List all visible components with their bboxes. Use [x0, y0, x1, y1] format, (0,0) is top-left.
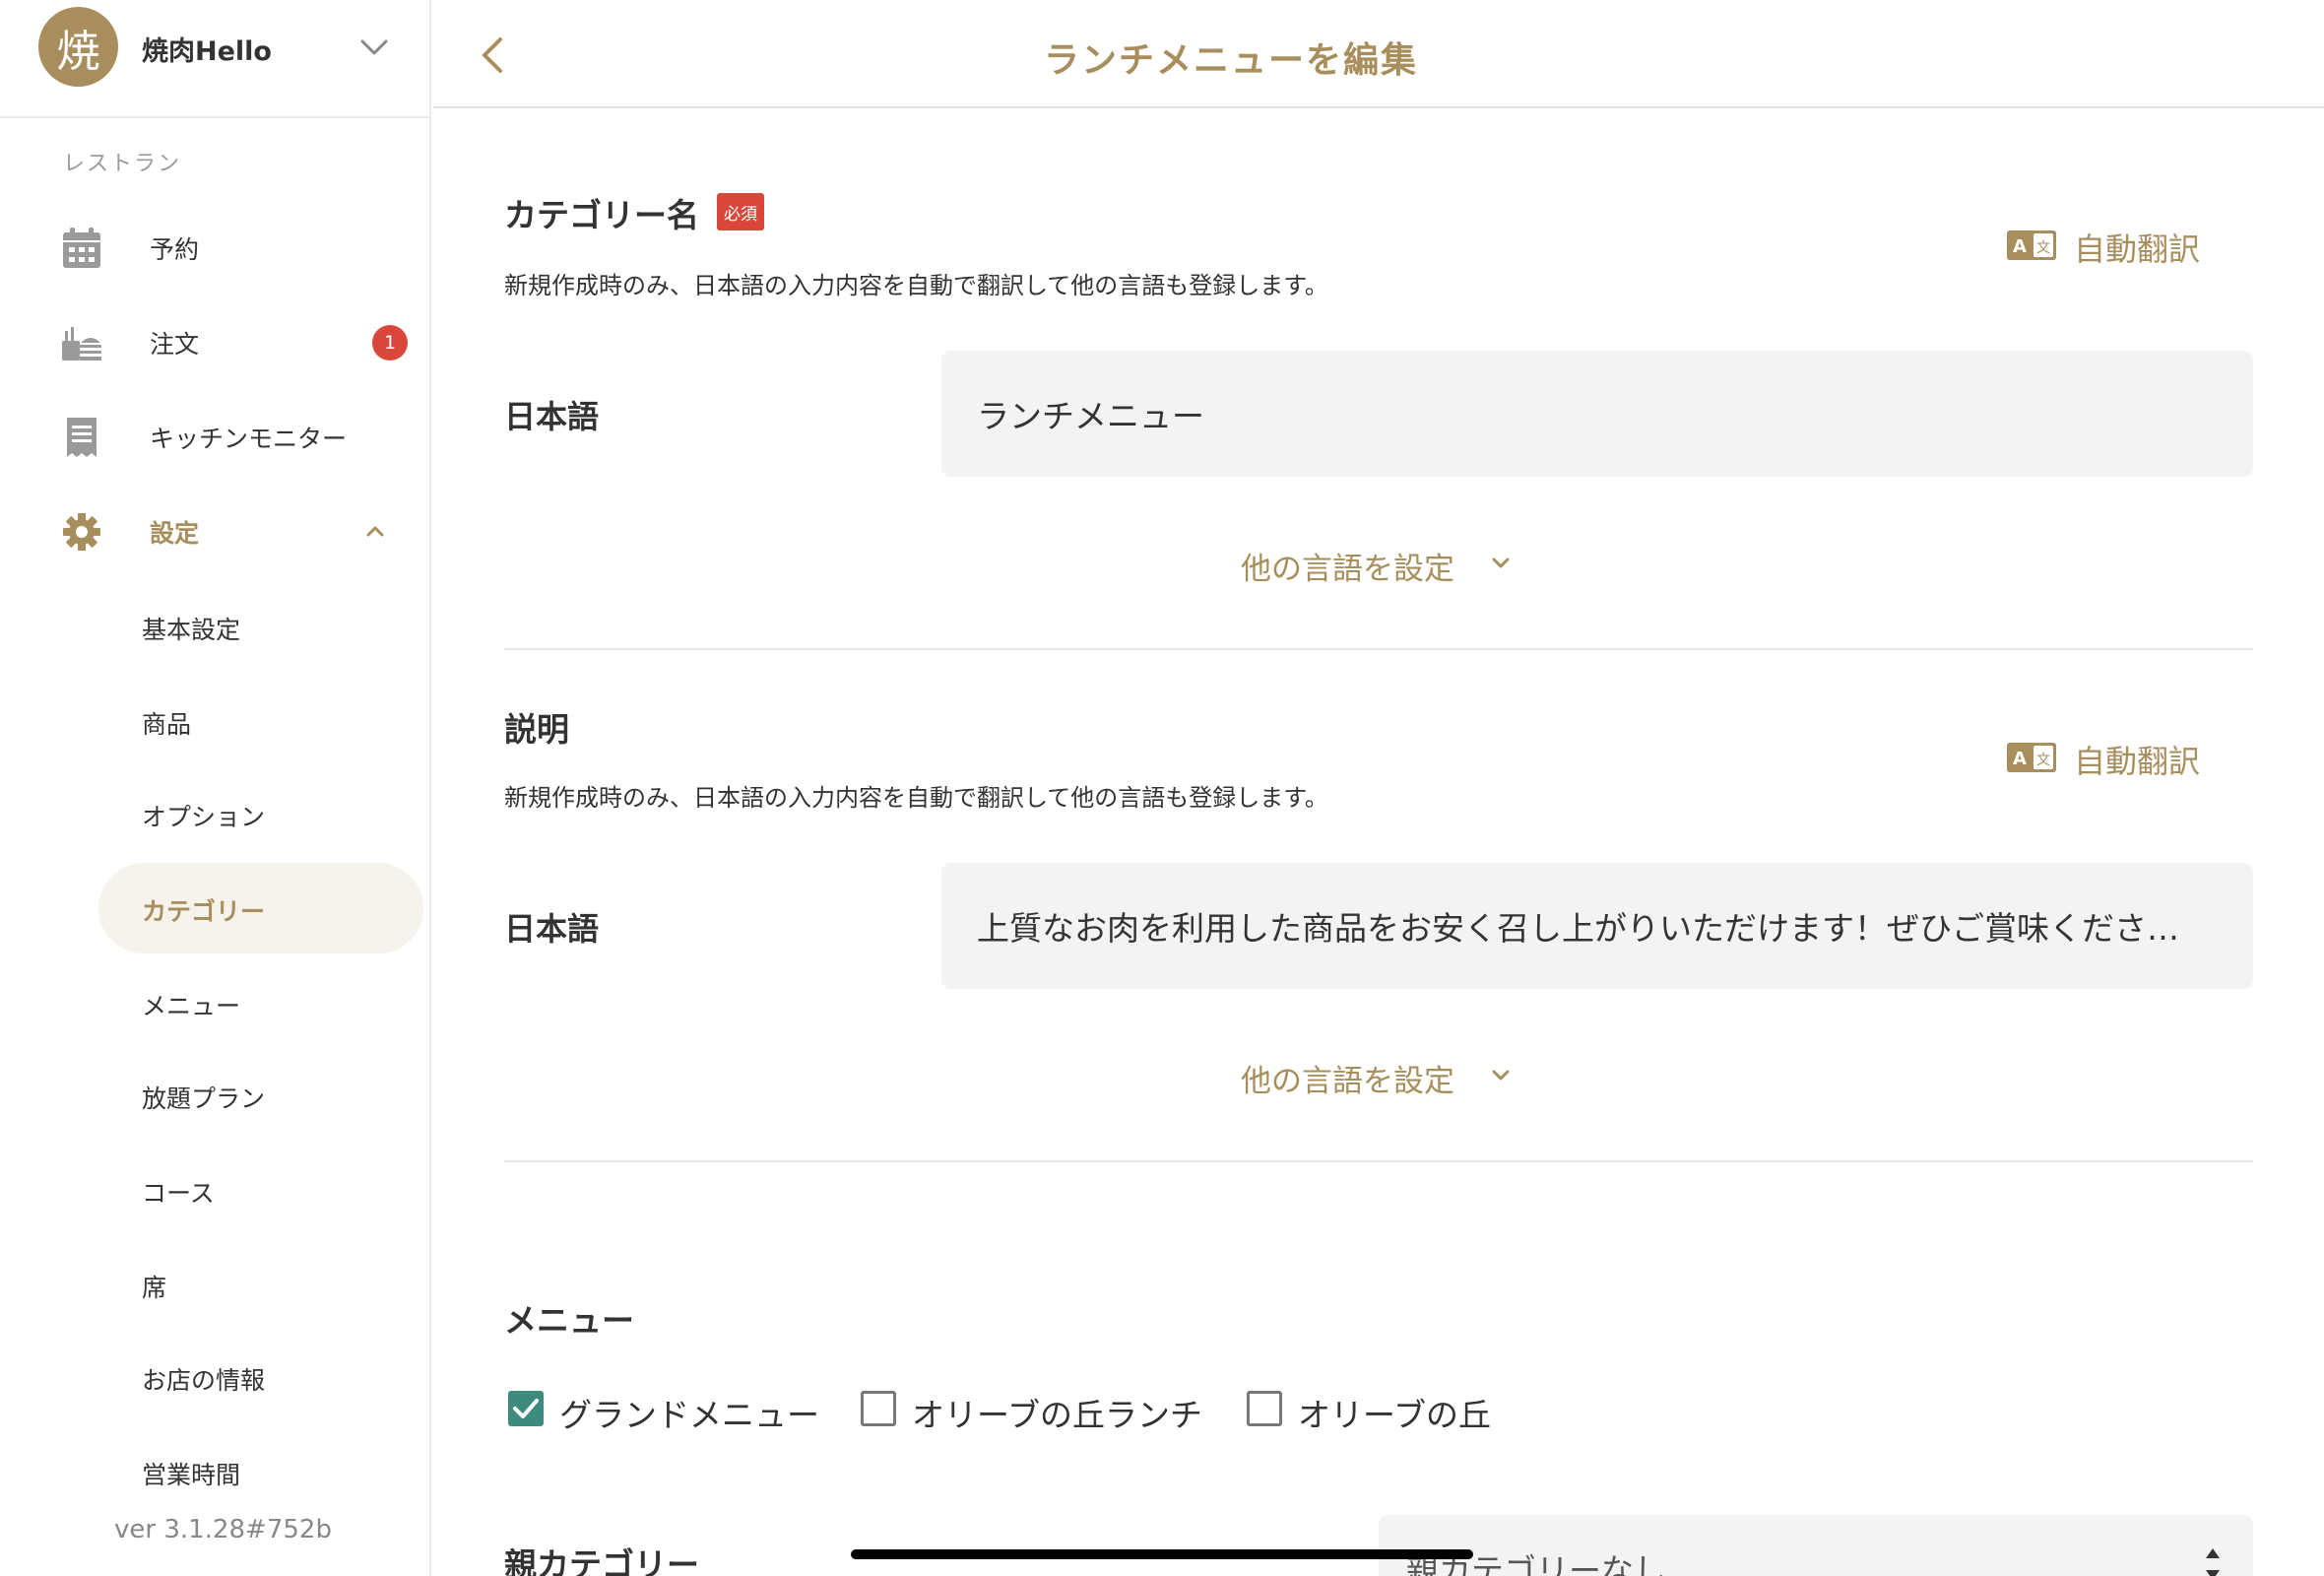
description-language-label: 日本語: [504, 910, 600, 948]
other-language-label: 他の言語を設定: [1241, 552, 1454, 587]
section-label-restaurant: レストラン: [63, 152, 182, 176]
sidebar-subitem-label: 商品: [142, 710, 192, 739]
auto-translate-toggle[interactable]: A 文 自動翻訳: [2007, 221, 2214, 270]
sidebar-subitem-all-you-can-plans[interactable]: 放題プラン: [98, 1050, 423, 1141]
gear-icon: [63, 513, 100, 551]
other-language-toggle[interactable]: 他の言語を設定: [1221, 538, 1536, 587]
checkbox-checked[interactable]: [508, 1391, 544, 1426]
sidebar-item-reservations[interactable]: 予約: [0, 209, 429, 288]
svg-text:文: 文: [2036, 240, 2050, 256]
order-count-badge: 1: [372, 325, 408, 361]
parent-category-title: 親カテゴリー: [504, 1545, 699, 1576]
chevron-down-icon: [1492, 1070, 1510, 1081]
calendar-icon: [63, 228, 100, 268]
checkbox-label: オリーブの丘: [1298, 1396, 1492, 1434]
svg-text:A: A: [2013, 749, 2027, 769]
sidebar-item-label: 設定: [150, 519, 200, 548]
section-divider: [504, 1160, 2253, 1162]
other-language-label: 他の言語を設定: [1241, 1064, 1454, 1099]
category-name-input[interactable]: ランチメニュー: [941, 351, 2253, 477]
sidebar-item-label: キッチンモニター: [150, 425, 348, 453]
sidebar-subitem-basic-settings[interactable]: 基本設定: [98, 581, 423, 672]
checkbox-label: グランドメニュー: [559, 1396, 819, 1434]
sidebar-item-label: 注文: [150, 330, 200, 359]
checkbox-unchecked[interactable]: [1247, 1391, 1282, 1426]
menu-title: メニュー: [504, 1301, 634, 1340]
sidebar-subitem-label: 基本設定: [142, 616, 241, 644]
sidebar-subitem-label: コース: [142, 1179, 215, 1208]
chevron-down-icon[interactable]: [356, 30, 392, 65]
store-switcher[interactable]: 焼 焼肉Hello: [0, 0, 429, 118]
app-root: 焼 焼肉Hello レストラン 予約 注文 1 キッチンモニター 設定 基本設定…: [0, 0, 2324, 1576]
order-icon: [62, 327, 101, 361]
auto-translate-label: 自動翻訳: [2074, 230, 2201, 268]
sidebar-subitem-category[interactable]: カテゴリー: [98, 863, 423, 953]
store-avatar: 焼: [38, 7, 118, 87]
chevron-down-icon: [1492, 558, 1510, 568]
sidebar-subitem-products[interactable]: 商品: [98, 676, 423, 766]
section-divider: [504, 648, 2253, 650]
sidebar-subitem-courses[interactable]: コース: [98, 1145, 423, 1235]
svg-text:文: 文: [2036, 753, 2050, 768]
sidebar-subitem-store-info[interactable]: お店の情報: [98, 1332, 423, 1422]
category-name-title: カテゴリー名: [504, 196, 699, 234]
sidebar-subitem-label: 席: [142, 1274, 167, 1302]
sidebar-subitem-label: カテゴリー: [142, 897, 266, 926]
category-name-helper: 新規作成時のみ、日本語の入力内容を自動で翻訳して他の言語も登録します。: [504, 272, 1328, 299]
sidebar-subitem-label: メニュー: [142, 992, 241, 1020]
top-bar: ランチメニューを編集: [433, 0, 2324, 108]
description-input[interactable]: 上質なお肉を利用した商品をお安く召し上がりいただけます！ぜひご賞味くださ…: [941, 863, 2253, 989]
sidebar-item-label: 予約: [150, 235, 200, 264]
checkbox-unchecked[interactable]: [861, 1391, 896, 1426]
receipt-icon: [67, 418, 97, 457]
sidebar-subitem-label: 放題プラン: [142, 1084, 266, 1113]
description-title: 説明: [504, 710, 569, 749]
other-language-toggle[interactable]: 他の言語を設定: [1221, 1050, 1536, 1099]
chevron-up-icon[interactable]: [360, 516, 390, 546]
sidebar-subitem-label: オプション: [142, 803, 266, 831]
auto-translate-toggle[interactable]: A 文 自動翻訳: [2007, 733, 2214, 782]
sidebar-subitem-business-hours[interactable]: 営業時間: [98, 1426, 423, 1517]
menu-checkbox-olive[interactable]: オリーブの丘: [1247, 1387, 1513, 1434]
menu-checkbox-olive-lunch[interactable]: オリーブの丘ランチ: [861, 1387, 1225, 1434]
required-badge: 必須: [717, 193, 764, 230]
checkbox-label: オリーブの丘ランチ: [912, 1396, 1203, 1434]
menu-checkbox-grand-menu[interactable]: グランドメニュー: [508, 1387, 833, 1434]
category-name-language-label: 日本語: [504, 398, 600, 435]
description-helper: 新規作成時のみ、日本語の入力内容を自動で翻訳して他の言語も登録します。: [504, 784, 1328, 812]
checkmark-icon: [513, 1399, 539, 1418]
description-value: 上質なお肉を利用した商品をお安く召し上がりいただけます！ぜひご賞味くださ…: [977, 909, 2179, 948]
auto-translate-label: 自動翻訳: [2074, 743, 2201, 780]
translate-icon: A 文: [2007, 230, 2056, 260]
home-indicator: [851, 1549, 1473, 1559]
svg-text:A: A: [2013, 236, 2027, 257]
select-arrows-icon: [2206, 1548, 2220, 1576]
store-name: 焼肉Hello: [142, 36, 272, 67]
parent-category-select[interactable]: 親カテゴリーなし: [1379, 1515, 2253, 1576]
page-title: ランチメニューを編集: [1043, 40, 1418, 81]
translate-icon: A 文: [2007, 743, 2056, 772]
app-version: ver 3.1.28#752b: [114, 1515, 332, 1544]
sidebar-subitem-label: お店の情報: [142, 1366, 266, 1395]
sidebar-subitem-seats[interactable]: 席: [98, 1239, 423, 1330]
category-name-value: ランチメニュー: [977, 397, 1204, 435]
sidebar-item-orders[interactable]: 注文: [0, 303, 429, 382]
sidebar-subitem-options[interactable]: オプション: [98, 768, 423, 859]
sidebar-subitem-menu[interactable]: メニュー: [98, 957, 423, 1048]
sidebar: 焼 焼肉Hello レストラン 予約 注文 1 キッチンモニター 設定 基本設定…: [0, 0, 431, 1576]
sidebar-subitem-label: 営業時間: [142, 1461, 241, 1489]
sidebar-item-kitchen-monitor[interactable]: キッチンモニター: [0, 398, 429, 477]
